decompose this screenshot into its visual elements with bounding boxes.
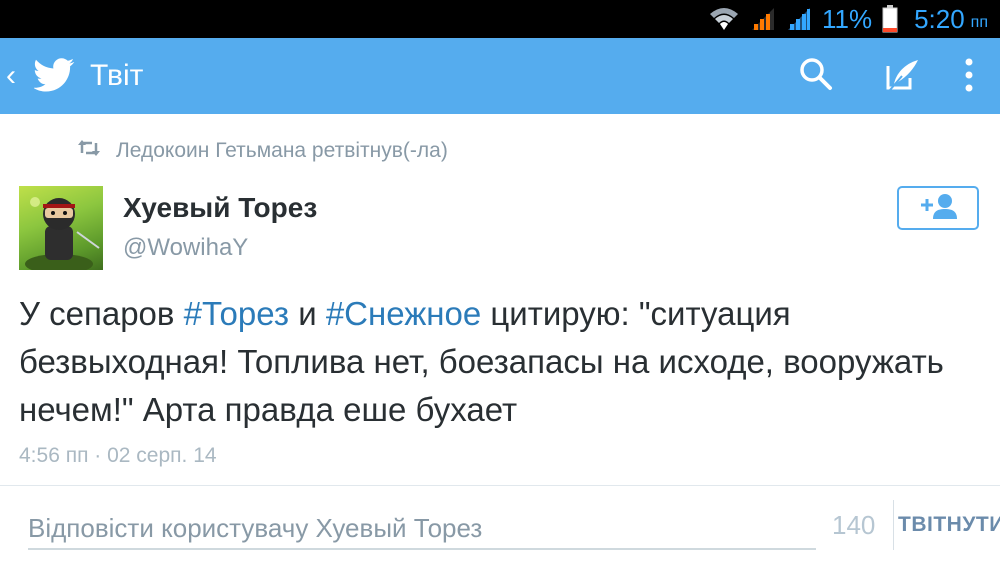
- author-name[interactable]: Хуевый Торез: [123, 192, 317, 224]
- clock: 5:20: [914, 4, 965, 34]
- retweet-icon: [78, 139, 100, 163]
- avatar[interactable]: [19, 186, 103, 270]
- tweet-timestamp: 4:56 пп · 02 серп. 14: [19, 444, 217, 467]
- battery-percent: 11%: [821, 4, 873, 34]
- retweet-notice-text: Ледокоин Гетьмана ретвітнув(-ла): [116, 139, 448, 162]
- wifi-icon: [708, 6, 740, 32]
- signal-icon: [750, 6, 776, 32]
- tweet-button[interactable]: ТВІТНУТИ: [898, 513, 1000, 537]
- clock-ampm: пп: [970, 14, 988, 31]
- follow-button[interactable]: [897, 186, 979, 230]
- tweet-text-part: У сепаров: [19, 295, 184, 332]
- author-handle[interactable]: @WowihaY: [123, 234, 248, 262]
- search-icon[interactable]: [798, 56, 834, 97]
- divider: [0, 485, 1000, 486]
- compose-tweet-icon[interactable]: [884, 56, 922, 99]
- action-bar-title: Твіт: [90, 59, 144, 92]
- back-chevron-icon[interactable]: ‹: [6, 58, 16, 94]
- overflow-menu-icon[interactable]: [962, 56, 976, 99]
- reply-separator: [893, 500, 894, 550]
- signal-icon: [786, 6, 812, 32]
- hashtag-link[interactable]: #Торез: [184, 295, 289, 332]
- character-counter: 140: [832, 510, 876, 540]
- status-bar: 11% 5:20 пп: [0, 0, 1000, 38]
- retweet-notice[interactable]: Ледокоин Гетьмана ретвітнув(-ла): [78, 136, 448, 166]
- twitter-bird-icon[interactable]: [33, 56, 76, 99]
- battery-icon: [882, 5, 898, 33]
- add-user-icon: [918, 192, 958, 225]
- hashtag-link[interactable]: #Снежное: [326, 295, 481, 332]
- tweet-text: У сепаров #Торез и #Снежное цитирую: "си…: [19, 290, 979, 434]
- reply-input[interactable]: [28, 508, 816, 550]
- action-bar: ‹ Твіт: [0, 38, 1000, 114]
- tweet-text-part: и: [289, 295, 326, 332]
